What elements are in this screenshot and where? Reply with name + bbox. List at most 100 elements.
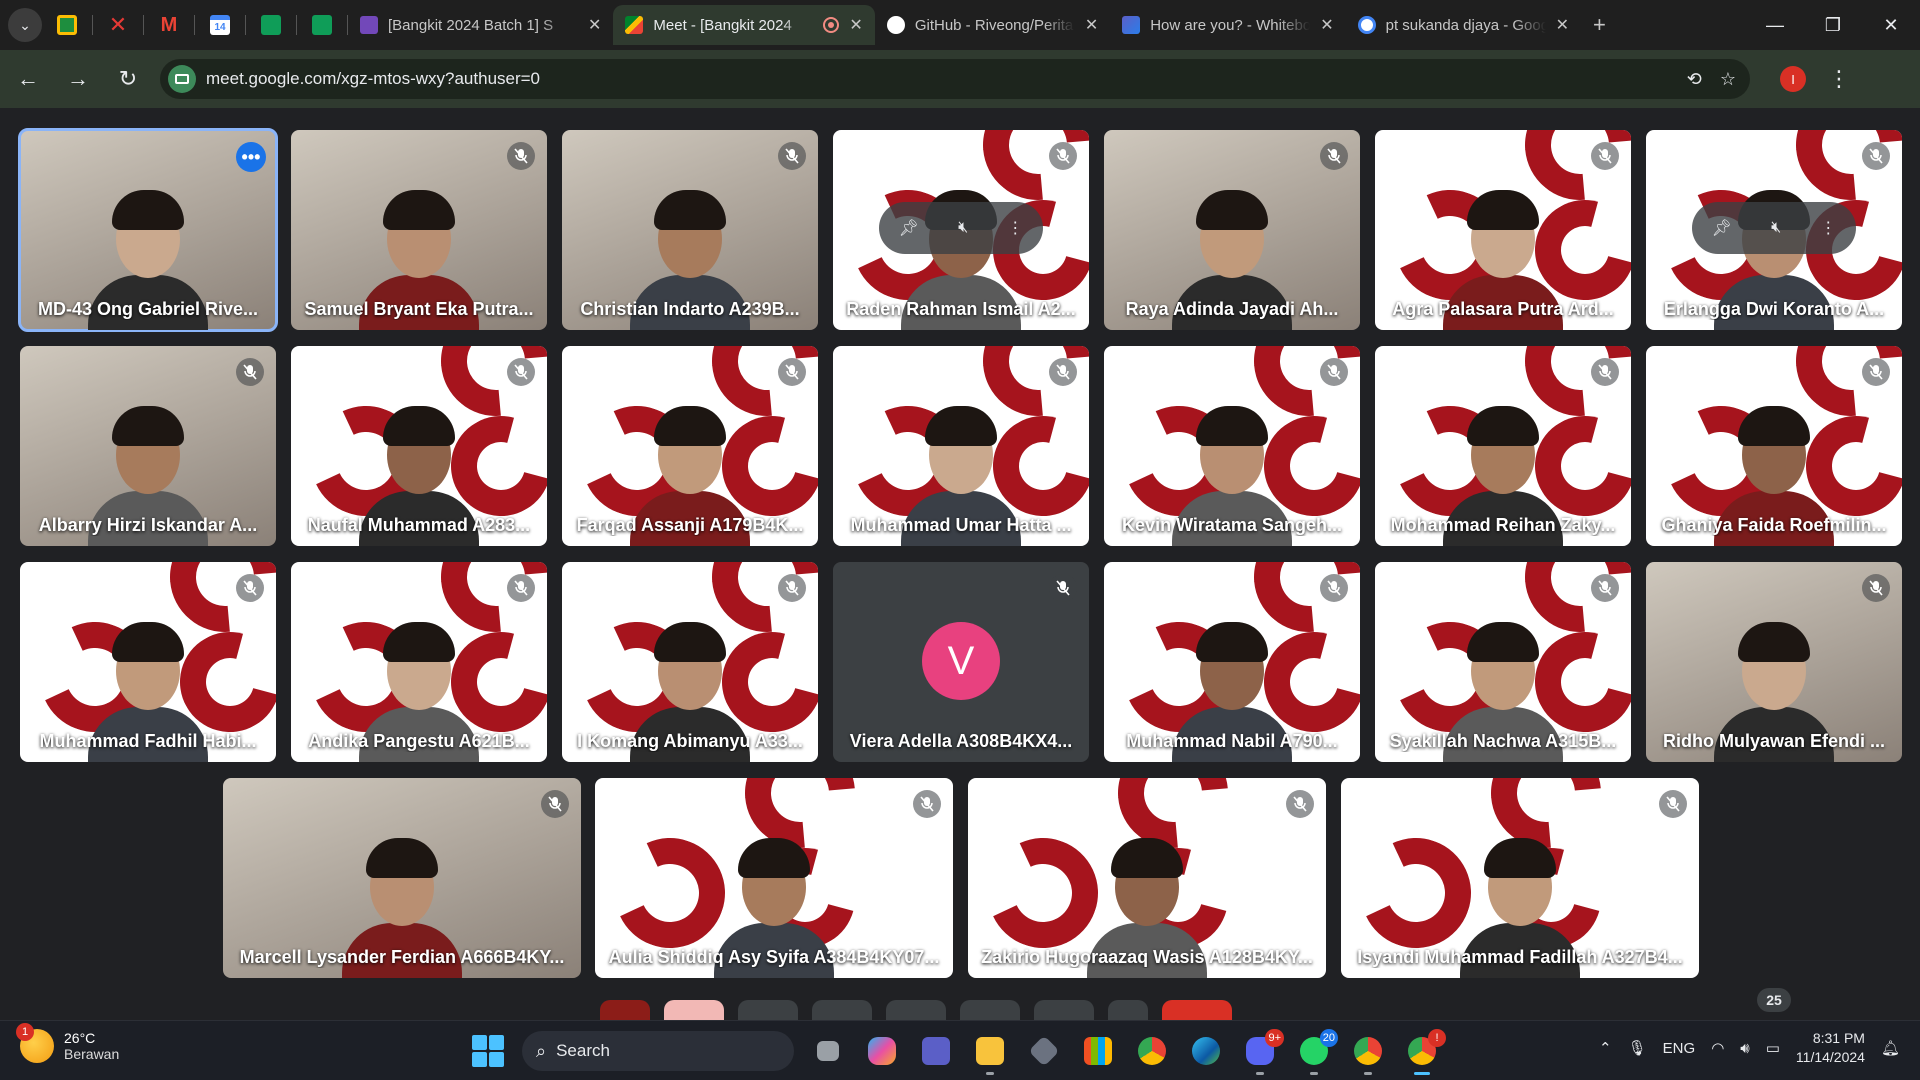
participant-tile[interactable]: Samuel Bryant Eka Putra... (291, 130, 547, 330)
start-button[interactable] (472, 1035, 504, 1067)
weather-icon: 1 (16, 1023, 54, 1063)
participant-tile[interactable]: Mohammad Reihan Zaky... (1375, 346, 1631, 546)
close-icon[interactable]: ✕ (849, 15, 862, 35)
bookmark-star-icon[interactable]: ☆ (1720, 69, 1736, 90)
temperature: 26°C (64, 1030, 96, 1046)
participant-tile[interactable]: V Viera Adella A308B4KX4... (833, 562, 1089, 762)
more-options-icon[interactable]: ••• (236, 142, 266, 172)
chrome-profile-button[interactable] (1348, 1031, 1388, 1075)
back-button[interactable]: ← (6, 57, 50, 101)
reload-button[interactable]: ↻ (106, 57, 150, 101)
file-explorer-button[interactable] (970, 1031, 1010, 1075)
battery-icon[interactable]: ▭ (1766, 1039, 1780, 1057)
captions-button[interactable] (738, 1000, 798, 1020)
volume-icon[interactable]: 🔊︎ (1740, 1040, 1749, 1057)
store-button[interactable] (1078, 1031, 1118, 1071)
mic-off-icon (236, 358, 264, 386)
chrome-active-button[interactable]: ! (1402, 1029, 1446, 1075)
leave-call-button[interactable] (1162, 1000, 1232, 1020)
pinned-tab-calendar[interactable]: 14 (195, 5, 245, 45)
unity-button[interactable] (1024, 1031, 1064, 1071)
tab-github[interactable]: GitHub - Riveong/Perita ✕ (875, 5, 1110, 45)
participant-tile[interactable]: Andika Pangestu A621B... (291, 562, 547, 762)
teams-button[interactable] (916, 1031, 956, 1071)
gmail-icon: M (160, 13, 178, 36)
pinned-tab-sheets-2[interactable] (297, 5, 347, 45)
close-icon[interactable]: ✕ (588, 15, 601, 35)
taskbar-search[interactable]: ⌕ Search (522, 1031, 794, 1071)
participant-tile[interactable]: Aulia Shiddiq Asy Syifa A384B4KY07... (595, 778, 953, 978)
participant-tile[interactable]: Agra Palasara Putra Ard... (1375, 130, 1631, 330)
taskview-button[interactable] (808, 1031, 848, 1071)
copilot-button[interactable] (862, 1031, 902, 1071)
raise-hand-button[interactable] (960, 1000, 1020, 1020)
close-icon[interactable]: ✕ (1556, 15, 1569, 35)
weather-widget[interactable]: 1 26°C Berawan (16, 1023, 119, 1063)
mute-icon[interactable]: 🔇︎ (958, 219, 968, 237)
participant-tile[interactable]: Muhammad Nabil A790... (1104, 562, 1360, 762)
forward-button[interactable]: → (56, 57, 100, 101)
notification-bell-icon[interactable]: 🔔︎ (1881, 1039, 1900, 1057)
tab-forms[interactable]: [Bangkit 2024 Batch 1] S ✕ (348, 5, 613, 45)
participant-tile[interactable]: Marcell Lysander Ferdian A666B4KY... (223, 778, 581, 978)
participant-tile[interactable]: Isyandi Muhammad Fadillah A327B4... (1341, 778, 1699, 978)
browser-menu-icon[interactable]: ⋮ (1828, 66, 1850, 92)
pinned-tab-gmail[interactable]: M (144, 5, 194, 45)
tab-meet[interactable]: Meet - [Bangkit 2024 ✕ (613, 5, 875, 45)
pinned-tab-app[interactable]: ✕ (93, 5, 143, 45)
participant-tile[interactable]: I Komang Abimanyu A33... (562, 562, 818, 762)
reactions-button[interactable] (812, 1000, 872, 1020)
chrome-button[interactable] (1132, 1031, 1172, 1071)
chevron-up-icon[interactable]: ⌃ (1599, 1039, 1612, 1057)
more-options-button[interactable] (1034, 1000, 1094, 1020)
mic-off-icon (1049, 358, 1077, 386)
participant-tile[interactable]: Muhammad Fadhil Habi... (20, 562, 276, 762)
participant-tile[interactable]: Kevin Wiratama Sangeh... (1104, 346, 1360, 546)
tab-google[interactable]: pt sukanda djaya - Goog ✕ (1346, 5, 1581, 45)
site-info-icon[interactable] (168, 65, 196, 93)
discord-button[interactable]: 9+ (1240, 1029, 1284, 1075)
more-vert-icon[interactable]: ⋮ (1820, 218, 1836, 238)
pin-icon[interactable]: 📌︎ (1712, 218, 1732, 238)
participant-tile[interactable]: Albarry Hirzi Iskandar A... (20, 346, 276, 546)
mic-toggle-button[interactable] (600, 1000, 650, 1020)
activities-button[interactable] (1108, 1000, 1148, 1020)
participant-tile[interactable]: Ghaniya Faida Roefmilin... (1646, 346, 1902, 546)
tab-whiteboard[interactable]: How are you? - Whitebo ✕ (1110, 5, 1345, 45)
participant-tile[interactable]: 📌︎ 🔇︎ ⋮ Erlangga Dwi Koranto A... (1646, 130, 1902, 330)
mute-icon[interactable]: 🔇︎ (1771, 219, 1781, 237)
present-button[interactable] (886, 1000, 946, 1020)
participant-tile[interactable]: Syakillah Nachwa A315B... (1375, 562, 1631, 762)
participant-tile[interactable]: ••• MD-43 Ong Gabriel Rive... (18, 128, 278, 332)
wifi-icon[interactable]: ◠ (1711, 1039, 1724, 1057)
whatsapp-button[interactable]: 20 (1294, 1029, 1338, 1075)
participant-tile[interactable]: Farqad Assanji A179B4K... (562, 346, 818, 546)
pin-icon[interactable]: 📌︎ (899, 218, 919, 238)
edge-button[interactable] (1186, 1031, 1226, 1071)
participant-tile[interactable]: Naufal Muhammad A283... (291, 346, 547, 546)
participant-tile[interactable]: Muhammad Umar Hatta ... (833, 346, 1089, 546)
participant-tile[interactable]: Zakirio Hugoraazaq Wasis A128B4KY... (968, 778, 1326, 978)
more-vert-icon[interactable]: ⋮ (1007, 218, 1023, 238)
pinned-tab-classroom[interactable] (42, 5, 92, 45)
participant-tile[interactable]: Ridho Mulyawan Efendi ... (1646, 562, 1902, 762)
url-text: meet.google.com/xgz-mtos-wxy?authuser=0 (206, 69, 541, 88)
microphone-icon[interactable]: 🎙︎ (1628, 1039, 1647, 1057)
address-bar[interactable]: meet.google.com/xgz-mtos-wxy?authuser=0 … (160, 59, 1750, 99)
clock[interactable]: 8:31 PM 11/14/2024 (1796, 1029, 1865, 1067)
camera-toggle-button[interactable] (664, 1000, 724, 1020)
tab-search-button[interactable]: ⌄ (8, 8, 42, 42)
pinned-tab-sheets[interactable] (246, 5, 296, 45)
profile-avatar[interactable]: I (1780, 66, 1806, 92)
close-window-icon[interactable]: ✕ (1862, 0, 1920, 50)
new-tab-button[interactable]: + (1581, 5, 1618, 45)
participant-tile[interactable]: 📌︎ 🔇︎ ⋮ Raden Rahman Ismail A2... (833, 130, 1089, 330)
minimize-icon[interactable]: — (1746, 0, 1804, 50)
participant-tile[interactable]: Raya Adinda Jayadi Ah... (1104, 130, 1360, 330)
language-indicator[interactable]: ENG (1663, 1040, 1696, 1057)
close-icon[interactable]: ✕ (1085, 15, 1098, 35)
participant-tile[interactable]: Christian Indarto A239B... (562, 130, 818, 330)
translate-icon[interactable]: ⟲ (1687, 69, 1702, 90)
restore-icon[interactable]: ❐ (1804, 0, 1862, 50)
close-icon[interactable]: ✕ (1320, 15, 1333, 35)
